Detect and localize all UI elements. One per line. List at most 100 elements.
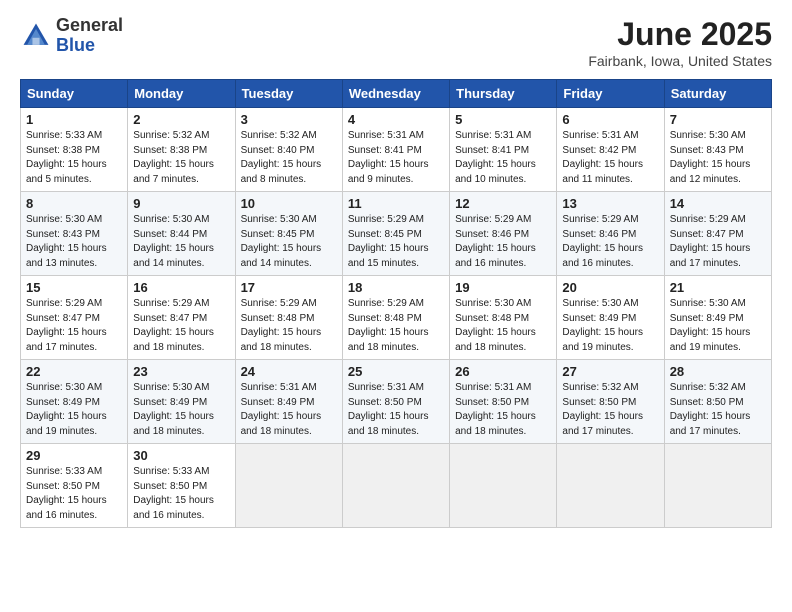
page: General Blue June 2025 Fairbank, Iowa, U… [0,0,792,544]
day-number: 24 [241,364,337,379]
day-number: 6 [562,112,658,127]
day-number: 7 [670,112,766,127]
day-info: Sunrise: 5:32 AMSunset: 8:38 PMDaylight:… [133,130,214,185]
calendar-header-row: Sunday Monday Tuesday Wednesday Thursday… [21,80,772,108]
day-number: 10 [241,196,337,211]
day-info: Sunrise: 5:29 AMSunset: 8:48 PMDaylight:… [241,298,322,353]
calendar-week-row: 22 Sunrise: 5:30 AMSunset: 8:49 PMDaylig… [21,360,772,444]
header-tuesday: Tuesday [235,80,342,108]
logo-general: General [56,16,123,36]
table-row: 6 Sunrise: 5:31 AMSunset: 8:42 PMDayligh… [557,108,664,192]
calendar-subtitle: Fairbank, Iowa, United States [588,53,772,69]
day-info: Sunrise: 5:30 AMSunset: 8:49 PMDaylight:… [133,382,214,437]
table-row [557,444,664,528]
table-row: 2 Sunrise: 5:32 AMSunset: 8:38 PMDayligh… [128,108,235,192]
logo-text: General Blue [56,16,123,56]
day-info: Sunrise: 5:29 AMSunset: 8:45 PMDaylight:… [348,214,429,269]
header: General Blue June 2025 Fairbank, Iowa, U… [20,16,772,69]
day-info: Sunrise: 5:30 AMSunset: 8:49 PMDaylight:… [562,298,643,353]
header-wednesday: Wednesday [342,80,449,108]
day-number: 22 [26,364,122,379]
day-info: Sunrise: 5:31 AMSunset: 8:42 PMDaylight:… [562,130,643,185]
day-number: 8 [26,196,122,211]
table-row: 4 Sunrise: 5:31 AMSunset: 8:41 PMDayligh… [342,108,449,192]
day-info: Sunrise: 5:32 AMSunset: 8:50 PMDaylight:… [562,382,643,437]
day-number: 12 [455,196,551,211]
header-thursday: Thursday [450,80,557,108]
day-number: 20 [562,280,658,295]
table-row: 17 Sunrise: 5:29 AMSunset: 8:48 PMDaylig… [235,276,342,360]
table-row [342,444,449,528]
calendar-title: June 2025 [588,16,772,53]
table-row: 23 Sunrise: 5:30 AMSunset: 8:49 PMDaylig… [128,360,235,444]
table-row: 20 Sunrise: 5:30 AMSunset: 8:49 PMDaylig… [557,276,664,360]
calendar-week-row: 15 Sunrise: 5:29 AMSunset: 8:47 PMDaylig… [21,276,772,360]
day-info: Sunrise: 5:30 AMSunset: 8:44 PMDaylight:… [133,214,214,269]
table-row: 14 Sunrise: 5:29 AMSunset: 8:47 PMDaylig… [664,192,771,276]
day-number: 19 [455,280,551,295]
day-info: Sunrise: 5:31 AMSunset: 8:50 PMDaylight:… [455,382,536,437]
day-number: 18 [348,280,444,295]
day-info: Sunrise: 5:29 AMSunset: 8:47 PMDaylight:… [133,298,214,353]
table-row: 11 Sunrise: 5:29 AMSunset: 8:45 PMDaylig… [342,192,449,276]
table-row: 24 Sunrise: 5:31 AMSunset: 8:49 PMDaylig… [235,360,342,444]
day-info: Sunrise: 5:31 AMSunset: 8:50 PMDaylight:… [348,382,429,437]
logo-blue: Blue [56,36,123,56]
table-row: 7 Sunrise: 5:30 AMSunset: 8:43 PMDayligh… [664,108,771,192]
day-info: Sunrise: 5:29 AMSunset: 8:47 PMDaylight:… [670,214,751,269]
table-row [664,444,771,528]
day-info: Sunrise: 5:29 AMSunset: 8:47 PMDaylight:… [26,298,107,353]
day-number: 13 [562,196,658,211]
calendar-week-row: 1 Sunrise: 5:33 AMSunset: 8:38 PMDayligh… [21,108,772,192]
day-number: 2 [133,112,229,127]
table-row: 28 Sunrise: 5:32 AMSunset: 8:50 PMDaylig… [664,360,771,444]
day-number: 30 [133,448,229,463]
calendar-week-row: 8 Sunrise: 5:30 AMSunset: 8:43 PMDayligh… [21,192,772,276]
table-row: 29 Sunrise: 5:33 AMSunset: 8:50 PMDaylig… [21,444,128,528]
day-info: Sunrise: 5:30 AMSunset: 8:43 PMDaylight:… [670,130,751,185]
header-friday: Friday [557,80,664,108]
day-info: Sunrise: 5:30 AMSunset: 8:49 PMDaylight:… [26,382,107,437]
table-row: 8 Sunrise: 5:30 AMSunset: 8:43 PMDayligh… [21,192,128,276]
table-row: 27 Sunrise: 5:32 AMSunset: 8:50 PMDaylig… [557,360,664,444]
day-number: 14 [670,196,766,211]
day-number: 28 [670,364,766,379]
day-info: Sunrise: 5:30 AMSunset: 8:45 PMDaylight:… [241,214,322,269]
day-number: 15 [26,280,122,295]
table-row: 10 Sunrise: 5:30 AMSunset: 8:45 PMDaylig… [235,192,342,276]
day-info: Sunrise: 5:33 AMSunset: 8:38 PMDaylight:… [26,130,107,185]
table-row: 9 Sunrise: 5:30 AMSunset: 8:44 PMDayligh… [128,192,235,276]
table-row: 16 Sunrise: 5:29 AMSunset: 8:47 PMDaylig… [128,276,235,360]
day-number: 1 [26,112,122,127]
day-info: Sunrise: 5:32 AMSunset: 8:50 PMDaylight:… [670,382,751,437]
day-info: Sunrise: 5:33 AMSunset: 8:50 PMDaylight:… [133,466,214,521]
day-number: 3 [241,112,337,127]
day-number: 27 [562,364,658,379]
day-info: Sunrise: 5:30 AMSunset: 8:43 PMDaylight:… [26,214,107,269]
day-number: 21 [670,280,766,295]
table-row: 1 Sunrise: 5:33 AMSunset: 8:38 PMDayligh… [21,108,128,192]
table-row: 25 Sunrise: 5:31 AMSunset: 8:50 PMDaylig… [342,360,449,444]
header-sunday: Sunday [21,80,128,108]
calendar-week-row: 29 Sunrise: 5:33 AMSunset: 8:50 PMDaylig… [21,444,772,528]
table-row: 13 Sunrise: 5:29 AMSunset: 8:46 PMDaylig… [557,192,664,276]
table-row: 26 Sunrise: 5:31 AMSunset: 8:50 PMDaylig… [450,360,557,444]
day-info: Sunrise: 5:30 AMSunset: 8:49 PMDaylight:… [670,298,751,353]
day-number: 25 [348,364,444,379]
day-info: Sunrise: 5:31 AMSunset: 8:41 PMDaylight:… [348,130,429,185]
logo-icon [20,20,52,52]
table-row: 3 Sunrise: 5:32 AMSunset: 8:40 PMDayligh… [235,108,342,192]
table-row: 19 Sunrise: 5:30 AMSunset: 8:48 PMDaylig… [450,276,557,360]
day-info: Sunrise: 5:31 AMSunset: 8:49 PMDaylight:… [241,382,322,437]
day-info: Sunrise: 5:32 AMSunset: 8:40 PMDaylight:… [241,130,322,185]
calendar-table: Sunday Monday Tuesday Wednesday Thursday… [20,79,772,528]
day-info: Sunrise: 5:29 AMSunset: 8:48 PMDaylight:… [348,298,429,353]
day-number: 5 [455,112,551,127]
day-number: 26 [455,364,551,379]
day-info: Sunrise: 5:31 AMSunset: 8:41 PMDaylight:… [455,130,536,185]
day-number: 23 [133,364,229,379]
day-number: 4 [348,112,444,127]
header-monday: Monday [128,80,235,108]
day-info: Sunrise: 5:29 AMSunset: 8:46 PMDaylight:… [455,214,536,269]
logo: General Blue [20,16,123,56]
